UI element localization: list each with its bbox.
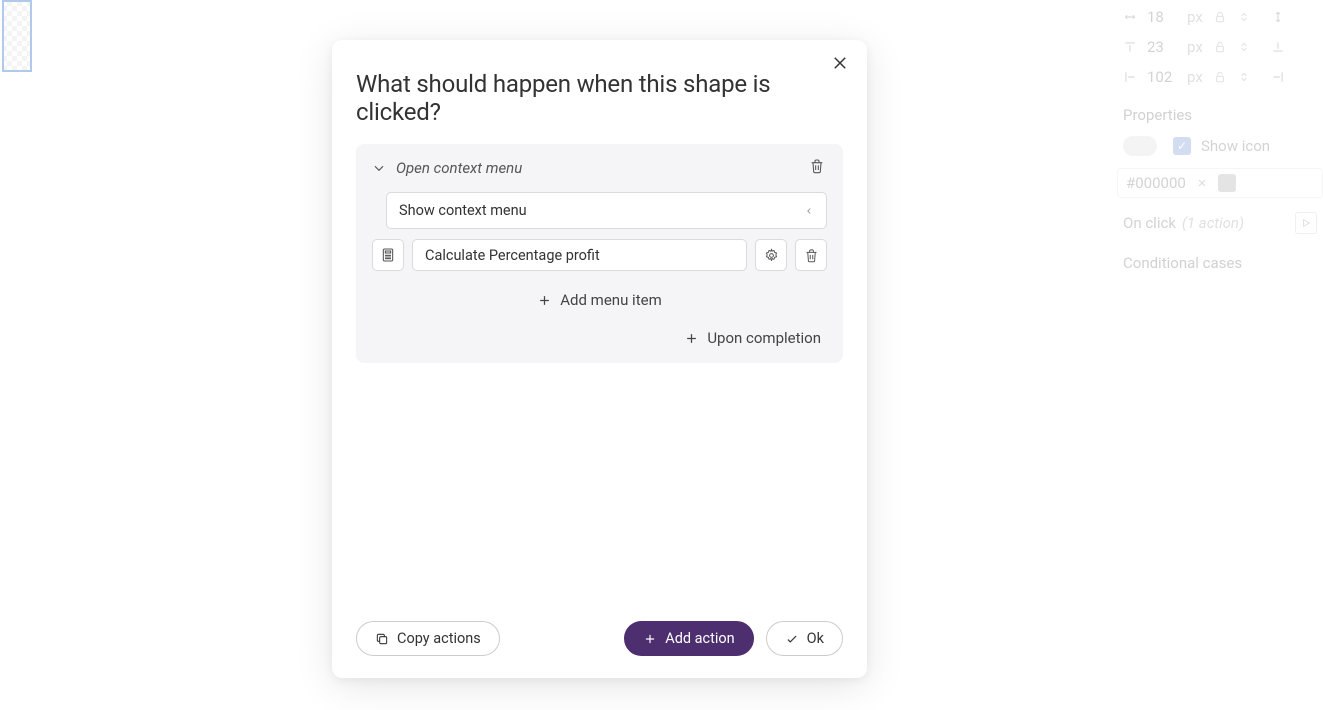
trash-icon — [809, 158, 825, 174]
action-card: Open context menu Show context menu — [356, 144, 843, 363]
add-action-label: Add action — [665, 630, 734, 647]
chevron-left-icon — [804, 206, 814, 216]
modal-title: What should happen when this shape is cl… — [332, 40, 867, 144]
chevron-down-icon[interactable] — [372, 161, 386, 175]
check-icon — [785, 632, 799, 646]
menu-item-type-button[interactable] — [372, 239, 404, 271]
ok-button[interactable]: Ok — [766, 621, 843, 656]
trash-icon — [804, 248, 819, 263]
menu-item-settings-button[interactable] — [755, 239, 787, 271]
calculator-icon — [380, 246, 396, 264]
add-menu-item-label: Add menu item — [560, 291, 661, 309]
actions-modal: What should happen when this shape is cl… — [332, 40, 867, 678]
menu-item-row — [372, 239, 827, 271]
close-button[interactable] — [827, 50, 853, 80]
copy-actions-label: Copy actions — [397, 630, 481, 647]
action-title: Open context menu — [396, 159, 797, 177]
copy-icon — [375, 632, 389, 646]
plus-icon — [643, 632, 657, 646]
add-menu-item-button[interactable]: Add menu item — [372, 281, 827, 313]
action-type-label: Show context menu — [399, 202, 804, 219]
close-icon — [831, 54, 849, 72]
gear-icon — [764, 248, 779, 263]
upon-completion-button[interactable]: Upon completion — [372, 313, 827, 347]
menu-item-delete-button[interactable] — [795, 239, 827, 271]
add-action-button[interactable]: Add action — [624, 621, 753, 656]
menu-item-input[interactable] — [412, 239, 747, 271]
plus-icon — [684, 331, 699, 346]
delete-action-button[interactable] — [807, 156, 827, 180]
upon-completion-label: Upon completion — [707, 329, 821, 347]
action-type-select[interactable]: Show context menu — [386, 192, 827, 229]
ok-label: Ok — [807, 630, 824, 647]
copy-actions-button[interactable]: Copy actions — [356, 621, 500, 656]
plus-icon — [537, 293, 552, 308]
